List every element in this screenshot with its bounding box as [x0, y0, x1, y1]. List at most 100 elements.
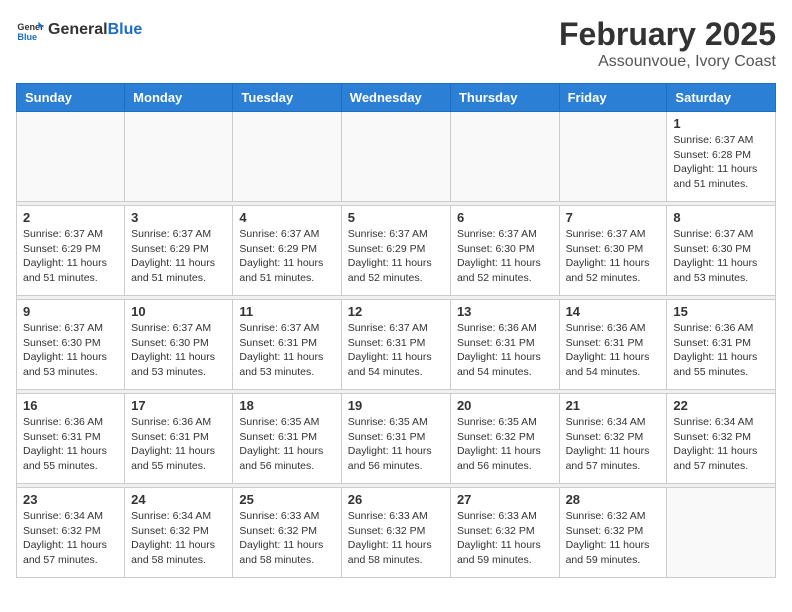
day-info: Sunrise: 6:35 AM Sunset: 6:32 PM Dayligh… — [457, 415, 553, 474]
day-number: 14 — [566, 304, 661, 319]
calendar-cell: 20 Sunrise: 6:35 AM Sunset: 6:32 PM Dayli… — [450, 394, 559, 484]
calendar-cell: 5 Sunrise: 6:37 AM Sunset: 6:29 PM Daylig… — [341, 206, 450, 296]
calendar-cell: 2 Sunrise: 6:37 AM Sunset: 6:29 PM Daylig… — [17, 206, 125, 296]
day-info: Sunrise: 6:33 AM Sunset: 6:32 PM Dayligh… — [348, 509, 444, 568]
calendar-cell: 27 Sunrise: 6:33 AM Sunset: 6:32 PM Dayli… — [450, 488, 559, 578]
weekday-friday: Friday — [559, 84, 667, 112]
calendar-cell — [559, 112, 667, 202]
day-number: 5 — [348, 210, 444, 225]
day-info: Sunrise: 6:37 AM Sunset: 6:30 PM Dayligh… — [131, 321, 226, 380]
logo-icon: General Blue — [16, 16, 44, 44]
calendar-cell: 4 Sunrise: 6:37 AM Sunset: 6:29 PM Daylig… — [233, 206, 341, 296]
calendar-cell: 14 Sunrise: 6:36 AM Sunset: 6:31 PM Dayli… — [559, 300, 667, 390]
day-number: 26 — [348, 492, 444, 507]
calendar-cell: 21 Sunrise: 6:34 AM Sunset: 6:32 PM Dayli… — [559, 394, 667, 484]
calendar-cell: 15 Sunrise: 6:36 AM Sunset: 6:31 PM Dayli… — [667, 300, 776, 390]
weekday-saturday: Saturday — [667, 84, 776, 112]
day-number: 20 — [457, 398, 553, 413]
day-info: Sunrise: 6:37 AM Sunset: 6:30 PM Dayligh… — [457, 227, 553, 286]
day-info: Sunrise: 6:36 AM Sunset: 6:31 PM Dayligh… — [457, 321, 553, 380]
svg-text:Blue: Blue — [17, 32, 37, 42]
calendar-cell — [233, 112, 341, 202]
day-info: Sunrise: 6:33 AM Sunset: 6:32 PM Dayligh… — [457, 509, 553, 568]
calendar-cell — [125, 112, 233, 202]
day-info: Sunrise: 6:37 AM Sunset: 6:28 PM Dayligh… — [673, 133, 769, 192]
calendar-cell: 13 Sunrise: 6:36 AM Sunset: 6:31 PM Dayli… — [450, 300, 559, 390]
calendar-week-5: 23Sunrise: 6:34 AM Sunset: 6:32 PM Dayli… — [17, 488, 776, 578]
logo: General Blue GeneralBlue — [16, 16, 142, 44]
day-number: 1 — [673, 116, 769, 131]
day-number: 13 — [457, 304, 553, 319]
weekday-thursday: Thursday — [450, 84, 559, 112]
day-info: Sunrise: 6:36 AM Sunset: 6:31 PM Dayligh… — [673, 321, 769, 380]
day-number: 21 — [566, 398, 661, 413]
calendar-table: SundayMondayTuesdayWednesdayThursdayFrid… — [16, 83, 776, 578]
day-number: 25 — [239, 492, 334, 507]
day-info: Sunrise: 6:37 AM Sunset: 6:29 PM Dayligh… — [239, 227, 334, 286]
title-block: February 2025 Assounvoue, Ivory Coast — [559, 16, 776, 71]
calendar-cell: 10 Sunrise: 6:37 AM Sunset: 6:30 PM Dayli… — [125, 300, 233, 390]
day-number: 19 — [348, 398, 444, 413]
day-number: 4 — [239, 210, 334, 225]
calendar-cell: 12Sunrise: 6:37 AM Sunset: 6:31 PM Dayli… — [341, 300, 450, 390]
calendar-cell: 19 Sunrise: 6:35 AM Sunset: 6:31 PM Dayli… — [341, 394, 450, 484]
calendar-cell — [450, 112, 559, 202]
day-info: Sunrise: 6:36 AM Sunset: 6:31 PM Dayligh… — [131, 415, 226, 474]
day-info: Sunrise: 6:34 AM Sunset: 6:32 PM Dayligh… — [23, 509, 118, 568]
weekday-wednesday: Wednesday — [341, 84, 450, 112]
day-number: 2 — [23, 210, 118, 225]
calendar-cell: 22 Sunrise: 6:34 AM Sunset: 6:32 PM Dayli… — [667, 394, 776, 484]
day-info: Sunrise: 6:34 AM Sunset: 6:32 PM Dayligh… — [566, 415, 661, 474]
day-number: 15 — [673, 304, 769, 319]
day-number: 3 — [131, 210, 226, 225]
calendar-cell: 6 Sunrise: 6:37 AM Sunset: 6:30 PM Daylig… — [450, 206, 559, 296]
day-number: 24 — [131, 492, 226, 507]
calendar-cell: 11 Sunrise: 6:37 AM Sunset: 6:31 PM Dayli… — [233, 300, 341, 390]
weekday-sunday: Sunday — [17, 84, 125, 112]
day-info: Sunrise: 6:34 AM Sunset: 6:32 PM Dayligh… — [673, 415, 769, 474]
calendar-cell: 25Sunrise: 6:33 AM Sunset: 6:32 PM Dayli… — [233, 488, 341, 578]
calendar-cell: 17 Sunrise: 6:36 AM Sunset: 6:31 PM Dayli… — [125, 394, 233, 484]
calendar-cell: 23Sunrise: 6:34 AM Sunset: 6:32 PM Dayli… — [17, 488, 125, 578]
day-info: Sunrise: 6:32 AM Sunset: 6:32 PM Dayligh… — [566, 509, 661, 568]
day-info: Sunrise: 6:37 AM Sunset: 6:29 PM Dayligh… — [348, 227, 444, 286]
weekday-monday: Monday — [125, 84, 233, 112]
calendar-week-4: 16Sunrise: 6:36 AM Sunset: 6:31 PM Dayli… — [17, 394, 776, 484]
calendar-week-2: 2 Sunrise: 6:37 AM Sunset: 6:29 PM Daylig… — [17, 206, 776, 296]
day-info: Sunrise: 6:37 AM Sunset: 6:31 PM Dayligh… — [348, 321, 444, 380]
weekday-header-row: SundayMondayTuesdayWednesdayThursdayFrid… — [17, 84, 776, 112]
day-info: Sunrise: 6:35 AM Sunset: 6:31 PM Dayligh… — [239, 415, 334, 474]
day-number: 9 — [23, 304, 118, 319]
day-number: 11 — [239, 304, 334, 319]
day-number: 27 — [457, 492, 553, 507]
day-info: Sunrise: 6:36 AM Sunset: 6:31 PM Dayligh… — [566, 321, 661, 380]
day-number: 10 — [131, 304, 226, 319]
page-header: General Blue GeneralBlue February 2025 A… — [16, 16, 776, 71]
day-info: Sunrise: 6:36 AM Sunset: 6:31 PM Dayligh… — [23, 415, 118, 474]
day-info: Sunrise: 6:37 AM Sunset: 6:30 PM Dayligh… — [566, 227, 661, 286]
day-number: 22 — [673, 398, 769, 413]
weekday-tuesday: Tuesday — [233, 84, 341, 112]
calendar-cell: 24Sunrise: 6:34 AM Sunset: 6:32 PM Dayli… — [125, 488, 233, 578]
day-number: 6 — [457, 210, 553, 225]
calendar-cell — [341, 112, 450, 202]
day-info: Sunrise: 6:37 AM Sunset: 6:30 PM Dayligh… — [673, 227, 769, 286]
day-info: Sunrise: 6:37 AM Sunset: 6:31 PM Dayligh… — [239, 321, 334, 380]
calendar-cell: 3Sunrise: 6:37 AM Sunset: 6:29 PM Daylig… — [125, 206, 233, 296]
calendar-cell: 9 Sunrise: 6:37 AM Sunset: 6:30 PM Daylig… — [17, 300, 125, 390]
calendar-cell: 26 Sunrise: 6:33 AM Sunset: 6:32 PM Dayli… — [341, 488, 450, 578]
month-title: February 2025 — [559, 16, 776, 53]
calendar-cell: 18 Sunrise: 6:35 AM Sunset: 6:31 PM Dayli… — [233, 394, 341, 484]
calendar-cell — [17, 112, 125, 202]
calendar-week-1: 1 Sunrise: 6:37 AM Sunset: 6:28 PM Daylig… — [17, 112, 776, 202]
logo-blue: Blue — [108, 21, 143, 38]
location-title: Assounvoue, Ivory Coast — [559, 53, 776, 71]
day-number: 18 — [239, 398, 334, 413]
calendar-cell — [667, 488, 776, 578]
day-info: Sunrise: 6:35 AM Sunset: 6:31 PM Dayligh… — [348, 415, 444, 474]
calendar-cell: 7 Sunrise: 6:37 AM Sunset: 6:30 PM Daylig… — [559, 206, 667, 296]
day-info: Sunrise: 6:37 AM Sunset: 6:30 PM Dayligh… — [23, 321, 118, 380]
day-number: 17 — [131, 398, 226, 413]
day-info: Sunrise: 6:37 AM Sunset: 6:29 PM Dayligh… — [23, 227, 118, 286]
day-number: 7 — [566, 210, 661, 225]
